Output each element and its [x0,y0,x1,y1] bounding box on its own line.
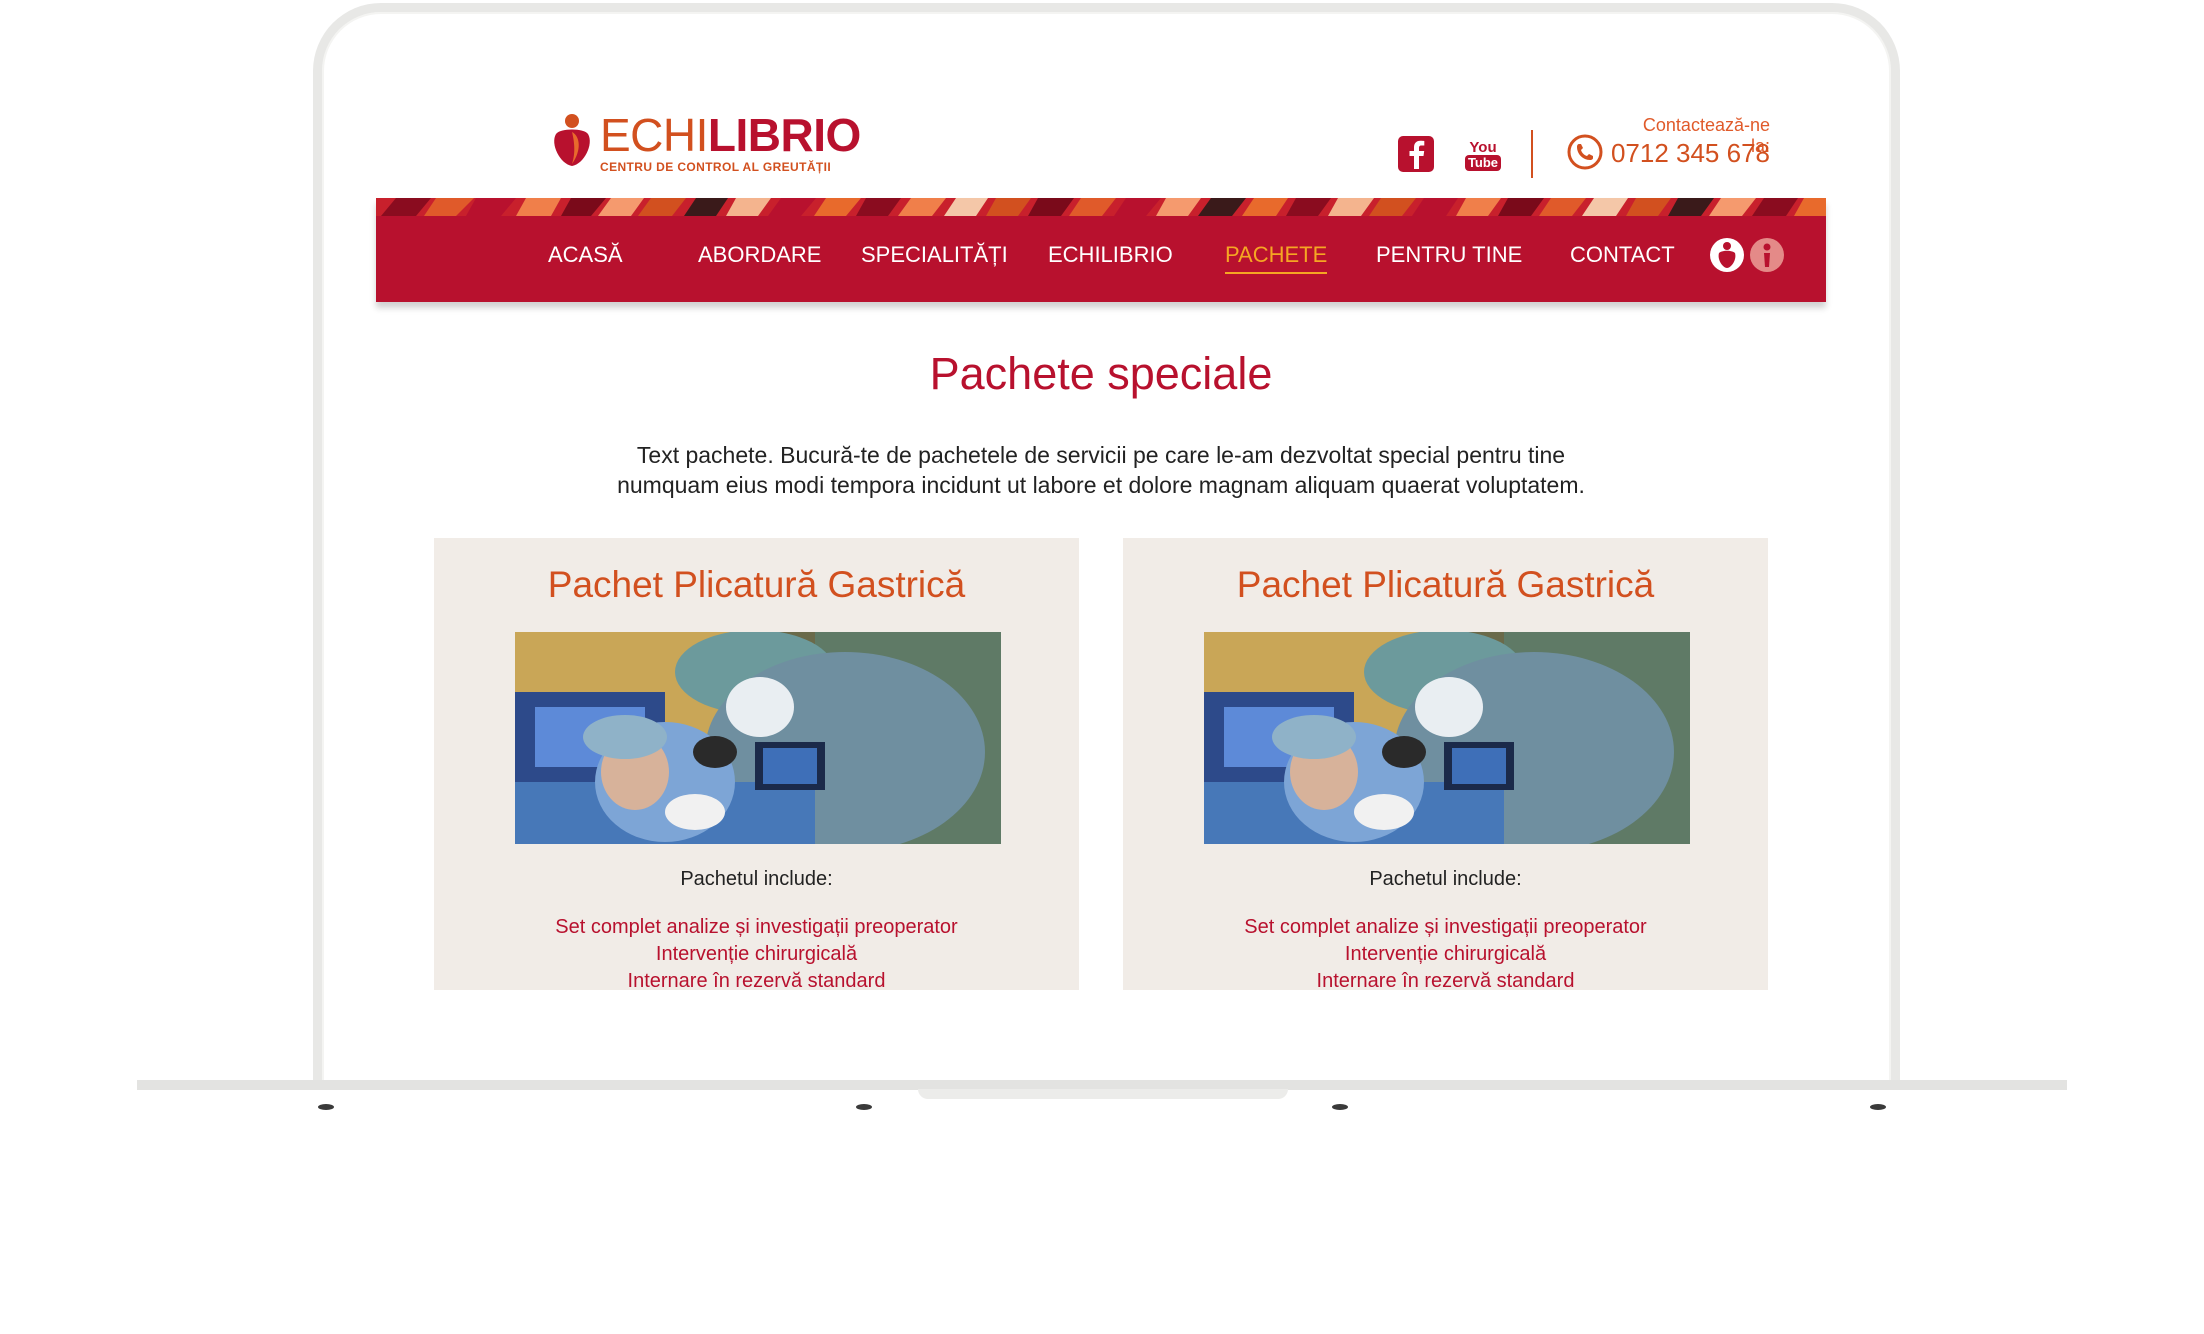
laptop-notch [918,1089,1288,1099]
contact-phone-link[interactable]: 0712 345 678 [1600,138,1770,169]
echilibrio-logo-icon [554,114,590,166]
laptop-foot [1332,1104,1348,1110]
facebook-icon[interactable] [1398,136,1434,172]
list-item: Intervenție chirurgicală [1344,943,1547,965]
surgery-photo [515,632,1001,844]
package-includes-label: Pachetul include: [680,868,833,890]
list-item: Intervenție chirurgicală [655,943,858,965]
info-icon[interactable] [1750,238,1784,272]
youtube-icon[interactable]: You Tube [1463,136,1503,174]
page-title: Pachete speciale [929,348,1273,399]
list-item: Set complet analize și investigații preo… [555,916,958,938]
package-card[interactable]: Pachet Plicatură Gastrică Pachetul inclu… [1123,538,1768,992]
brand-name: ECHILIBRIO [600,109,861,161]
package-items-list: Set complet analize și investigații preo… [434,914,1079,995]
surgery-photo [1204,632,1690,844]
laptop-foot [856,1104,872,1110]
package-title: Pachet Plicatură Gastrică [547,564,966,605]
nav-item-abordare[interactable]: ABORDARE [698,242,821,268]
nav-item-acasa[interactable]: ACASĂ [548,242,623,268]
package-includes-label: Pachetul include: [1369,868,1522,890]
main-navigation: ACASĂ ABORDARE SPECIALITĂȚI ECHILIBRIO P… [376,198,1826,302]
nav-item-contact[interactable]: CONTACT [1570,242,1675,268]
nav-item-specialitati[interactable]: SPECIALITĂȚI [861,242,1008,268]
laptop-foot [1870,1104,1886,1110]
echilibrio-logo-icon[interactable] [1710,238,1744,272]
package-card[interactable]: Pachet Plicatură Gastrică Pachetul inclu… [434,538,1079,992]
intro-text: Text pachete. Bucură-te de pachetele de … [617,442,1585,498]
header-divider [1531,130,1533,178]
brand-logo[interactable]: ECHILIBRIO CENTRU DE CONTROL AL GREUTĂȚI… [550,112,861,174]
laptop-foot [318,1104,334,1110]
package-items-list: Set complet analize și investigații preo… [1123,914,1768,995]
nav-decorative-pattern [376,198,1826,216]
nav-item-echilibrio[interactable]: ECHILIBRIO [1048,242,1173,268]
package-title: Pachet Plicatură Gastrică [1236,564,1655,605]
nav-item-pentru-tine[interactable]: PENTRU TINE [1376,242,1522,268]
brand-tagline: CENTRU DE CONTROL AL GREUTĂȚII [600,160,832,174]
list-item: Internare în rezervă standard [1316,970,1575,992]
nav-item-pachete[interactable]: PACHETE [1225,242,1328,274]
list-item: Set complet analize și investigații preo… [1244,916,1647,938]
list-item: Internare în rezervă standard [627,970,886,992]
phone-icon [1567,134,1603,170]
